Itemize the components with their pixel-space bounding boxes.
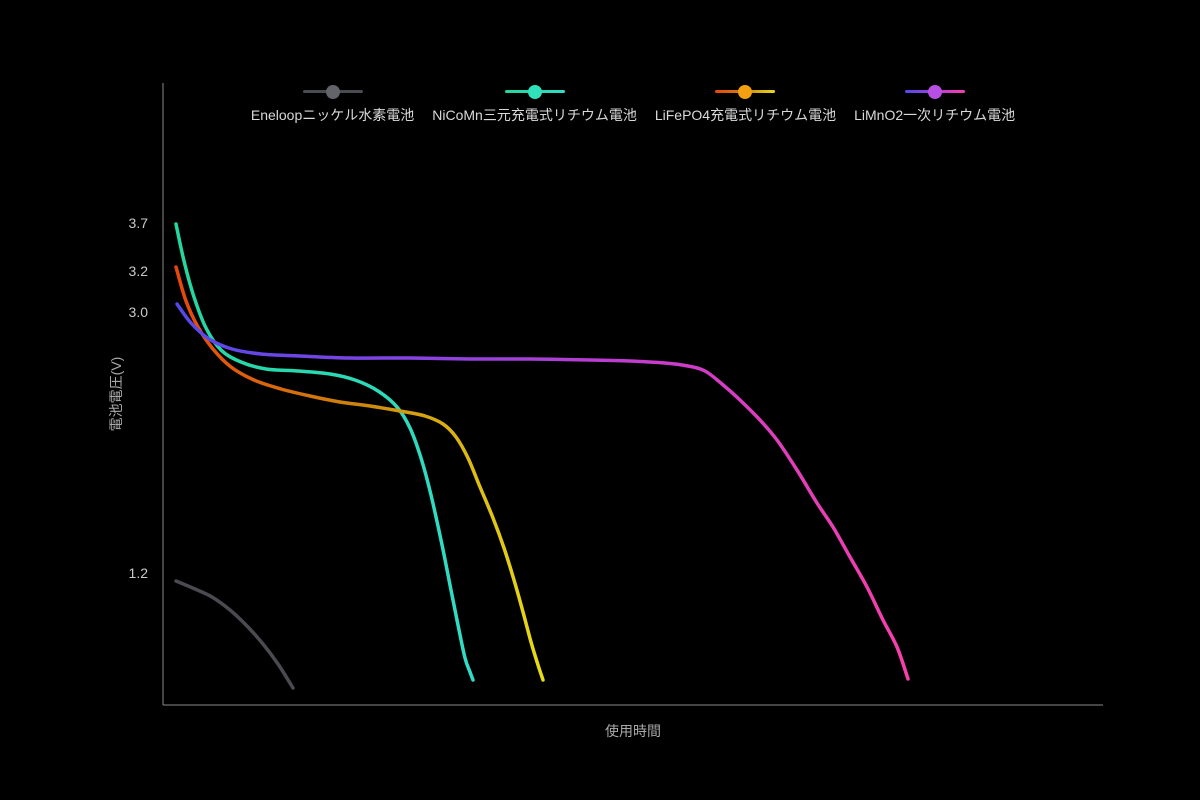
legend-line-dot-icon — [715, 84, 775, 99]
legend-line-dot-icon — [303, 84, 363, 99]
legend-dot-icon — [528, 85, 542, 99]
legend-line-dot-icon — [905, 84, 965, 99]
series-curve-1 — [176, 224, 473, 680]
legend-dot-icon — [738, 85, 752, 99]
legend-item-nicomn[interactable]: NiCoMn三元充電式リチウム電池 — [432, 84, 637, 122]
legend-dot-icon — [928, 85, 942, 99]
legend-item-lifepo4[interactable]: LiFePO4充電式リチウム電池 — [655, 84, 836, 122]
legend-label-limno2: LiMnO2一次リチウム電池 — [854, 108, 1015, 122]
legend-item-limno2[interactable]: LiMnO2一次リチウム電池 — [854, 84, 1015, 122]
x-axis-title: 使用時間 — [605, 724, 661, 738]
legend-label-nicomn: NiCoMn三元充電式リチウム電池 — [432, 108, 637, 122]
y-tick-3-7: 3.7 — [0, 216, 148, 230]
legend-item-eneloop[interactable]: Eneloopニッケル水素電池 — [251, 84, 414, 122]
y-axis-title: 電池電圧(V) — [109, 357, 123, 432]
series-curve-3 — [177, 304, 908, 679]
legend-label-lifepo4: LiFePO4充電式リチウム電池 — [655, 108, 836, 122]
legend-dot-icon — [326, 85, 340, 99]
series-curve-0 — [176, 581, 293, 688]
y-tick-3-2: 3.2 — [0, 264, 148, 278]
series-curve-2 — [176, 267, 543, 680]
legend: Eneloopニッケル水素電池 NiCoMn三元充電式リチウム電池 LiFePO… — [163, 84, 1103, 122]
y-tick-3-0: 3.0 — [0, 305, 148, 319]
battery-discharge-chart: Eneloopニッケル水素電池 NiCoMn三元充電式リチウム電池 LiFePO… — [0, 0, 1200, 800]
y-tick-1-2: 1.2 — [0, 566, 148, 580]
legend-label-eneloop: Eneloopニッケル水素電池 — [251, 108, 414, 122]
legend-line-dot-icon — [505, 84, 565, 99]
